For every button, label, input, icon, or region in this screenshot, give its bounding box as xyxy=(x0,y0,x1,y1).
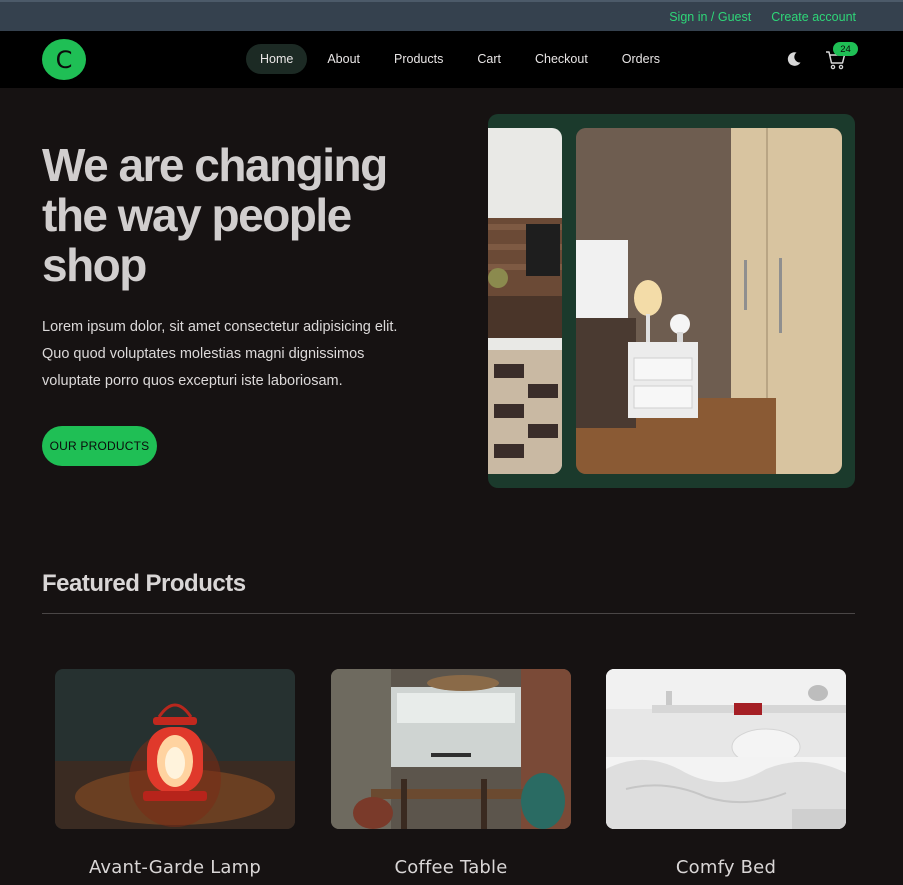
moon-icon[interactable] xyxy=(786,51,802,67)
section-divider xyxy=(42,613,855,614)
product-image[interactable] xyxy=(606,669,846,829)
nav-checkout[interactable]: Checkout xyxy=(521,44,602,74)
logo[interactable]: C xyxy=(42,39,86,80)
sign-in-link[interactable]: Sign in / Guest xyxy=(669,10,751,24)
nav-about[interactable]: About xyxy=(313,44,374,74)
top-bar: Sign in / Guest Create account xyxy=(0,0,903,31)
hero-title: We are changing the way people shop xyxy=(42,139,388,291)
account-links: Sign in / Guest Create account xyxy=(669,10,856,24)
nav-orders[interactable]: Orders xyxy=(608,44,674,74)
product-image[interactable] xyxy=(55,669,295,829)
cart-count-badge: 24 xyxy=(833,42,858,56)
product-card-lamp[interactable]: Avant-Garde Lamp xyxy=(55,669,295,878)
hero-carousel[interactable] xyxy=(488,114,855,488)
main-menu: Home About Products Cart Checkout Orders xyxy=(246,44,674,74)
nav-cart[interactable]: Cart xyxy=(463,44,515,74)
carousel-slide-bedroom xyxy=(576,128,842,474)
product-card-bed[interactable]: Comfy Bed xyxy=(606,669,846,878)
product-name[interactable]: Coffee Table xyxy=(331,857,571,878)
create-account-link[interactable]: Create account xyxy=(771,10,856,24)
product-card-coffee-table[interactable]: Coffee Table xyxy=(331,669,571,878)
carousel-slide-living-room xyxy=(488,128,562,474)
nav-products[interactable]: Products xyxy=(380,44,457,74)
featured-products-title: Featured Products xyxy=(42,570,246,597)
nav-home[interactable]: Home xyxy=(246,44,308,74)
hero-description: Lorem ipsum dolor, sit amet consectetur … xyxy=(42,319,398,389)
product-name[interactable]: Comfy Bed xyxy=(606,857,846,878)
our-products-button[interactable]: OUR PRODUCTS xyxy=(42,426,157,466)
navbar: C Home About Products Cart Checkout Orde… xyxy=(0,31,903,88)
product-name[interactable]: Avant-Garde Lamp xyxy=(55,857,295,878)
product-image[interactable] xyxy=(331,669,571,829)
